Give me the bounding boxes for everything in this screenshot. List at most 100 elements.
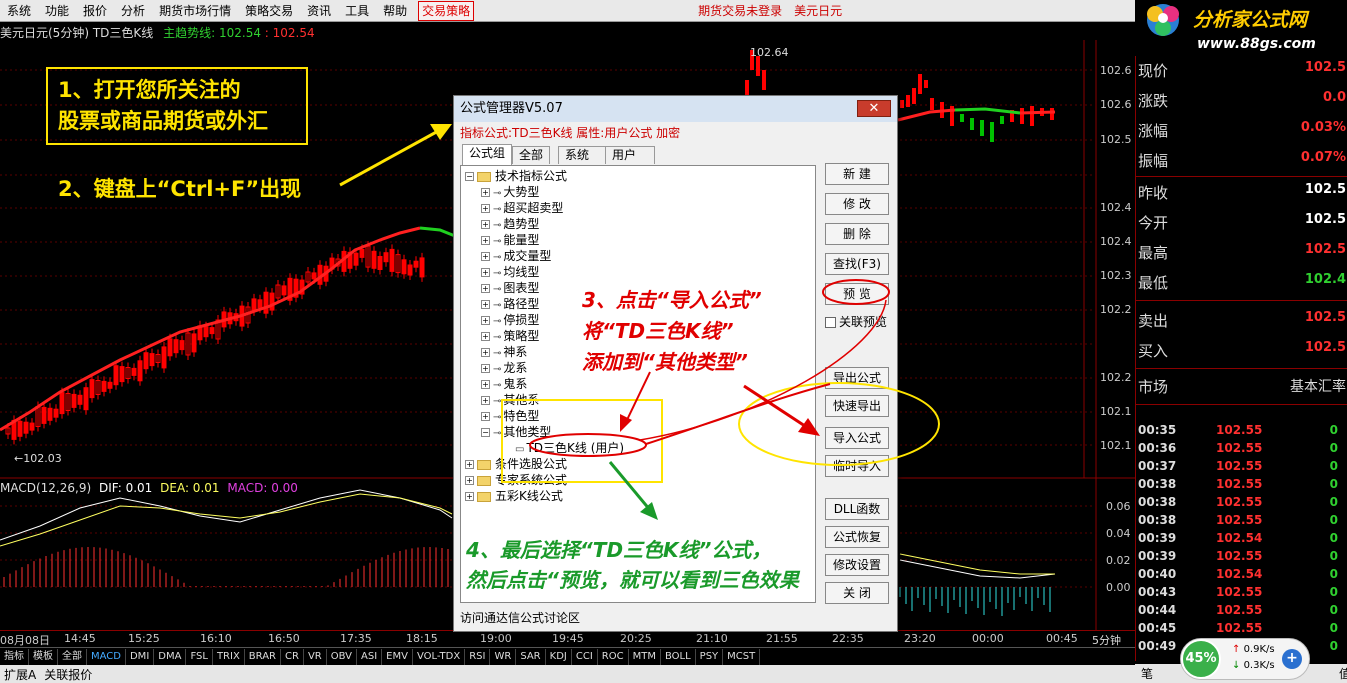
tab-indicator[interactable]: 指标 (0, 648, 29, 665)
tree-item[interactable]: + ⊸ 能量型 (481, 232, 539, 248)
candle (930, 98, 934, 110)
menu-tools[interactable]: 工具 (338, 0, 376, 22)
menu-help[interactable]: 帮助 (376, 0, 414, 22)
delete-button[interactable]: 删 除 (825, 223, 889, 245)
dll-function-button[interactable]: DLL函数 (825, 498, 889, 520)
tab-dma[interactable]: DMA (154, 648, 187, 665)
tree-item[interactable]: + ⊸ 鬼系 (481, 376, 527, 392)
tree-item[interactable]: + ⊸ 超买超卖型 (481, 200, 563, 216)
new-button[interactable]: 新 建 (825, 163, 889, 185)
symbol-name: 美元日元 (794, 4, 843, 18)
tree-item[interactable]: + ⊸ 大势型 (481, 184, 539, 200)
tab-mtm[interactable]: MTM (629, 648, 661, 665)
tree-item[interactable]: − ⊸ 其他类型 (481, 424, 551, 440)
tree-item[interactable]: + ⊸ 图表型 (481, 280, 539, 296)
tab-formula-group[interactable]: 公式组 (462, 144, 513, 165)
tree-item[interactable]: + ⊸ 均线型 (481, 264, 539, 280)
modify-settings-button[interactable]: 修改设置 (825, 554, 889, 576)
linked-preview-checkbox[interactable]: 关联预览 (825, 313, 887, 330)
quick-export-button[interactable]: 快速导出 (825, 395, 889, 417)
tab-cr[interactable]: CR (281, 648, 304, 665)
tick-row: 00:40 102.54 0 (1138, 567, 1338, 581)
tab-psy[interactable]: PSY (696, 648, 724, 665)
tab-boll[interactable]: BOLL (661, 648, 696, 665)
tab-value[interactable]: 值 (1333, 664, 1347, 683)
tab-template[interactable]: 模板 (29, 648, 58, 665)
forum-link[interactable]: 访问通达信公式讨论区 (460, 609, 580, 626)
x-label: 15:25 (128, 632, 160, 645)
find-button[interactable]: 查找(F3) (825, 253, 889, 275)
extend-a-tab[interactable]: 扩展A (0, 666, 40, 683)
tab-fsl[interactable]: FSL (186, 648, 213, 665)
network-monitor[interactable]: 45% ↑ 0.9K/s ↓ 0.3K/s + (1180, 638, 1310, 680)
tab-wr[interactable]: WR (490, 648, 517, 665)
tree-item[interactable]: + ⊸ 趋势型 (481, 216, 539, 232)
tab-rsi[interactable]: RSI (465, 648, 491, 665)
menu-analysis[interactable]: 分析 (114, 0, 152, 22)
tab-all-formulas[interactable]: 全部 (512, 146, 551, 164)
tree-group[interactable]: + 五彩K线公式 (465, 488, 563, 504)
tab-dmi[interactable]: DMI (126, 648, 155, 665)
tree-item[interactable]: + ⊸ 成交量型 (481, 248, 551, 264)
candle (990, 122, 994, 142)
tick-row: 00:39 102.55 0 (1138, 549, 1338, 563)
tab-system-formulas[interactable]: 系统 (558, 146, 606, 164)
linked-quote-tab[interactable]: 关联报价 (40, 666, 96, 683)
tab-roc[interactable]: ROC (598, 648, 629, 665)
tab-emv[interactable]: EMV (382, 648, 413, 665)
tree-group[interactable]: + 专家系统公式 (465, 472, 567, 488)
tab-mcst[interactable]: MCST (723, 648, 761, 665)
selected-formula[interactable]: ▭ TD三色K线 (用户) (515, 440, 625, 456)
preview-button[interactable]: 预 览 (825, 283, 889, 305)
add-icon[interactable]: + (1282, 649, 1302, 669)
tab-trix[interactable]: TRIX (213, 648, 245, 665)
tree-group[interactable]: + 条件选股公式 (465, 456, 567, 472)
x-label: 17:35 (340, 632, 372, 645)
svg-text:www.88gs.com: www.88gs.com (1197, 36, 1316, 52)
tree-item[interactable]: + ⊸ 特色型 (481, 408, 539, 424)
tree-item[interactable]: + ⊸ 路径型 (481, 296, 539, 312)
menu-trade-strategy[interactable]: 交易策略 (418, 0, 475, 21)
menu-quote[interactable]: 报价 (76, 0, 114, 22)
close-button[interactable]: 关 闭 (825, 582, 889, 604)
tab-asi[interactable]: ASI (357, 648, 383, 665)
menu-futures-market[interactable]: 期货市场行情 (152, 0, 238, 22)
edit-button[interactable]: 修 改 (825, 193, 889, 215)
tree-item[interactable]: + ⊸ 停损型 (481, 312, 539, 328)
menu-strategy-trade[interactable]: 策略交易 (238, 0, 300, 22)
menu-news[interactable]: 资讯 (300, 0, 338, 22)
tab-all[interactable]: 全部 (58, 648, 87, 665)
candle (912, 88, 916, 104)
temp-import-button[interactable]: 临时导入 (825, 455, 889, 477)
trend-line-right-red (1019, 110, 1056, 115)
x-axis: 08月08日 14:45 15:25 16:10 16:50 17:35 18:… (0, 630, 1135, 647)
dialog-title: 公式管理器V5.07 (454, 96, 897, 122)
tree-root[interactable]: − 技术指标公式 (465, 168, 567, 184)
tab-brar[interactable]: BRAR (245, 648, 281, 665)
tab-obv[interactable]: OBV (327, 648, 357, 665)
tab-sar[interactable]: SAR (516, 648, 546, 665)
tree-item[interactable]: + ⊸ 策略型 (481, 328, 539, 344)
tab-cci[interactable]: CCI (572, 648, 598, 665)
chart-title-bar: 美元日元(5分钟) TD三色K线 主趋势线: 102.54 : 102.54 (0, 26, 315, 40)
tree-item[interactable]: + ⊸ 龙系 (481, 360, 527, 376)
tree-item[interactable]: + ⊸ 神系 (481, 344, 527, 360)
annotation-step3b: 将“TD三色K线” (582, 319, 734, 343)
menu-system[interactable]: 系统 (0, 0, 38, 22)
tab-macd[interactable]: MACD (87, 648, 126, 665)
tab-strokes[interactable]: 笔 (1135, 664, 1159, 683)
import-formula-button[interactable]: 导入公式 (825, 427, 889, 449)
tab-user-formulas[interactable]: 用户 (605, 146, 655, 164)
tab-kdj[interactable]: KDJ (546, 648, 572, 665)
tab-vr[interactable]: VR (304, 648, 327, 665)
restore-formula-button[interactable]: 公式恢复 (825, 526, 889, 548)
export-formula-button[interactable]: 导出公式 (825, 367, 889, 389)
menu-function[interactable]: 功能 (38, 0, 76, 22)
candle (1030, 106, 1034, 126)
tick-list: 00:35 102.55 0 00:36 102.55 0 00:37 102.55 0 00:3… (1136, 422, 1347, 653)
tab-vol-tdx[interactable]: VOL-TDX (413, 648, 466, 665)
close-icon[interactable]: ✕ (857, 100, 891, 117)
y-axis-label: 102.5 (1100, 133, 1132, 146)
tree-item[interactable]: + ⊸ 其他系 (481, 392, 539, 408)
status-bar: 扩展A 关联报价 (0, 665, 1135, 683)
